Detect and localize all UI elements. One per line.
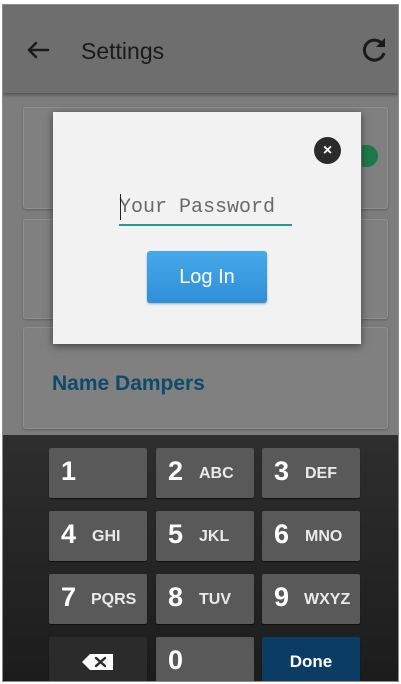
key-letters: JKL: [199, 528, 230, 545]
name-dampers-label: Name Dampers: [52, 372, 205, 395]
key-letters: DEF: [305, 465, 337, 482]
key-letters: PQRS: [91, 591, 137, 608]
key-number: 8: [168, 582, 184, 612]
key-number: 3: [274, 456, 290, 486]
key-letters: GHI: [92, 528, 121, 545]
refresh-icon: [362, 38, 386, 62]
page-title: Settings: [81, 38, 165, 64]
done-label: Done: [289, 652, 333, 671]
key-9[interactable]: 9 WXYZ: [262, 574, 360, 624]
done-key[interactable]: Done: [262, 637, 360, 681]
key-3[interactable]: 3 DEF: [262, 448, 360, 498]
key-5[interactable]: 5 JKL: [156, 511, 254, 561]
key-6[interactable]: 6 MNO: [262, 511, 360, 561]
password-input[interactable]: [119, 194, 292, 220]
key-letters: ABC: [199, 465, 234, 482]
key-number: 9: [274, 582, 290, 612]
back-button[interactable]: [23, 35, 53, 65]
key-letters: TUV: [199, 591, 231, 608]
key-letters: MNO: [305, 528, 343, 545]
key-number: 6: [274, 519, 290, 549]
close-button[interactable]: ×: [314, 137, 341, 164]
login-button[interactable]: Log In: [147, 251, 267, 303]
key-number: 2: [168, 456, 184, 486]
key-number: 1: [61, 456, 77, 486]
text-cursor: [120, 194, 121, 220]
numeric-keyboard: 1 2 ABC 3 DEF 4 GHI 5 JKL 6 MNO 7 PQRS 8…: [3, 435, 398, 681]
key-0[interactable]: 0: [156, 637, 254, 681]
backspace-key[interactable]: [49, 637, 147, 681]
key-7[interactable]: 7 PQRS: [49, 574, 147, 624]
key-number: 5: [168, 519, 184, 549]
key-2[interactable]: 2 ABC: [156, 448, 254, 498]
key-number: 0: [168, 645, 184, 675]
password-field-wrapper: [119, 190, 292, 226]
key-1[interactable]: 1: [49, 448, 147, 498]
arrow-left-icon: [27, 41, 50, 59]
key-number: 4: [61, 519, 77, 549]
app-frame: Settings Name Dampers × Log In 1 2 ABC: [2, 4, 399, 682]
key-letters: WXYZ: [304, 591, 351, 608]
password-dialog: × Log In: [53, 112, 361, 344]
key-8[interactable]: 8 TUV: [156, 574, 254, 624]
close-icon: ×: [322, 142, 333, 159]
backspace-icon: [82, 654, 113, 670]
refresh-button[interactable]: [360, 35, 390, 65]
key-number: 7: [61, 582, 77, 612]
key-4[interactable]: 4 GHI: [49, 511, 147, 561]
app-bar: Settings: [3, 5, 398, 93]
